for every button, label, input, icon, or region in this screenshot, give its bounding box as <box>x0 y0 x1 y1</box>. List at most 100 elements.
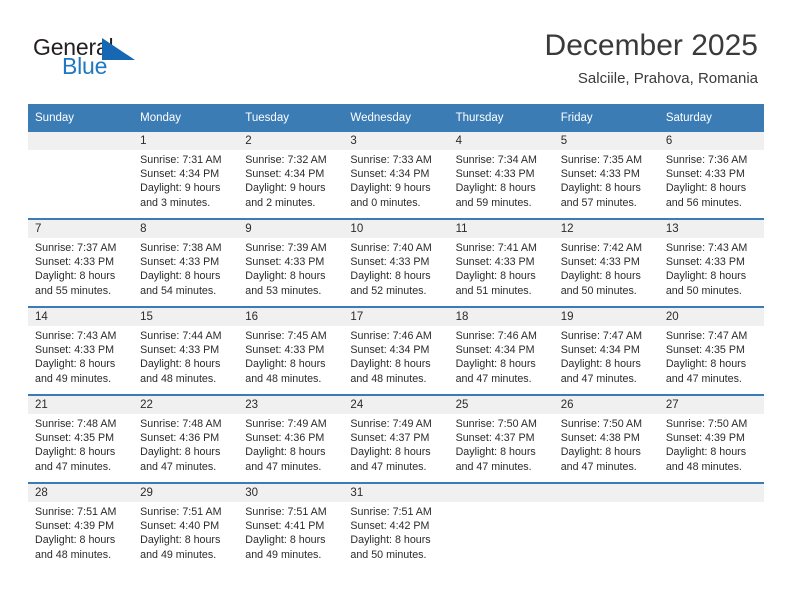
weekday-header-sunday: Sunday <box>28 104 134 132</box>
daylight-text-line2: and 51 minutes. <box>455 284 532 297</box>
day-number: 21 <box>28 396 134 414</box>
day-cell-empty <box>658 482 764 570</box>
daylight-text-line1: Daylight: 8 hours <box>455 270 536 283</box>
daylight-text-line1: Daylight: 8 hours <box>665 446 747 459</box>
daylight-text-line1: Daylight: 8 hours <box>560 446 641 459</box>
day-number <box>28 132 134 150</box>
day-number: 4 <box>448 132 554 150</box>
day-number: 17 <box>343 308 449 326</box>
daylight-text-line2: and 49 minutes. <box>140 548 217 561</box>
sunset-text: Sunset: 4:33 PM <box>350 256 430 269</box>
daylight-text-line1: Daylight: 8 hours <box>35 270 116 283</box>
day-cell-9[interactable]: 9 Sunrise: 7:39 AM Sunset: 4:33 PM Daylight… <box>238 218 344 307</box>
daylight-text-line1: Daylight: 8 hours <box>350 534 431 547</box>
daylight-text-line2: and 47 minutes. <box>35 460 112 473</box>
day-number: 5 <box>553 132 659 150</box>
day-cell-1[interactable]: 1 Sunrise: 7:31 AM Sunset: 4:34 PM Daylight… <box>133 132 239 219</box>
day-cell-16[interactable]: 16 Sunrise: 7:45 AM Sunset: 4:33 PM Dayligh… <box>238 306 344 395</box>
daylight-text-line2: and 52 minutes. <box>350 284 427 297</box>
day-number: 14 <box>28 308 134 326</box>
day-cell-23[interactable]: 23 Sunrise: 7:49 AM Sunset: 4:36 PM Dayligh… <box>238 394 344 483</box>
daylight-text-line1: Daylight: 8 hours <box>140 534 221 547</box>
title-block: December 2025 Salciile, Prahova, Romania <box>258 28 758 90</box>
day-number: 9 <box>238 220 344 238</box>
daylight-text-line2: and 0 minutes. <box>350 196 421 209</box>
daylight-text-line1: Daylight: 8 hours <box>350 446 431 459</box>
day-cell-27[interactable]: 27 Sunrise: 7:50 AM Sunset: 4:39 PM Dayligh… <box>658 394 764 483</box>
day-details: Sunrise: 7:51 AM Sunset: 4:40 PM Daylight:… <box>133 502 238 562</box>
day-cell-22[interactable]: 22 Sunrise: 7:48 AM Sunset: 4:36 PM Dayligh… <box>133 394 239 483</box>
calendar-body: 1 Sunrise: 7:31 AM Sunset: 4:34 PM Daylight… <box>28 132 764 570</box>
day-cell-26[interactable]: 26 Sunrise: 7:50 AM Sunset: 4:38 PM Dayligh… <box>553 394 659 483</box>
day-number <box>448 484 554 502</box>
day-cell-12[interactable]: 12 Sunrise: 7:42 AM Sunset: 4:33 PM Dayligh… <box>553 218 659 307</box>
sunrise-text: Sunrise: 7:44 AM <box>140 330 222 342</box>
day-cell-19[interactable]: 19 Sunrise: 7:47 AM Sunset: 4:34 PM Dayligh… <box>553 306 659 395</box>
sunset-text: Sunset: 4:39 PM <box>35 520 115 533</box>
day-cell-empty <box>28 132 134 219</box>
daylight-text-line2: and 55 minutes. <box>35 284 112 297</box>
calendar-grid: Sunday Monday Tuesday Wednesday Thursday Frid… <box>28 104 764 570</box>
day-cell-25[interactable]: 25 Sunrise: 7:50 AM Sunset: 4:37 PM Dayligh… <box>448 394 554 483</box>
day-cell-31[interactable]: 31 Sunrise: 7:51 AM Sunset: 4:42 PM Dayligh… <box>343 482 449 570</box>
day-number: 25 <box>448 396 554 414</box>
daylight-text-line1: Daylight: 8 hours <box>560 182 641 195</box>
day-cell-10[interactable]: 10 Sunrise: 7:40 AM Sunset: 4:33 PM Dayligh… <box>343 218 449 307</box>
day-details: Sunrise: 7:51 AM Sunset: 4:39 PM Daylight:… <box>28 502 133 562</box>
day-cell-6[interactable]: 6 Sunrise: 7:36 AM Sunset: 4:33 PM Daylight… <box>658 132 764 219</box>
daylight-text-line1: Daylight: 8 hours <box>245 358 326 371</box>
day-cell-7[interactable]: 7 Sunrise: 7:37 AM Sunset: 4:33 PM Daylight… <box>28 218 134 307</box>
day-details: Sunrise: 7:38 AM Sunset: 4:33 PM Daylight:… <box>133 238 238 298</box>
daylight-text-line2: and 50 minutes. <box>665 284 742 297</box>
sunset-text: Sunset: 4:33 PM <box>665 256 745 269</box>
sunrise-text: Sunrise: 7:43 AM <box>665 242 748 254</box>
daylight-text-line2: and 49 minutes. <box>245 548 322 561</box>
day-cell-15[interactable]: 15 Sunrise: 7:44 AM Sunset: 4:33 PM Dayligh… <box>133 306 239 395</box>
daylight-text-line1: Daylight: 8 hours <box>140 358 221 371</box>
sunrise-text: Sunrise: 7:31 AM <box>140 154 222 166</box>
day-details: Sunrise: 7:39 AM Sunset: 4:33 PM Daylight:… <box>238 238 343 298</box>
day-number: 11 <box>448 220 554 238</box>
daylight-text-line2: and 56 minutes. <box>665 196 742 209</box>
day-cell-17[interactable]: 17 Sunrise: 7:46 AM Sunset: 4:34 PM Dayligh… <box>343 306 449 395</box>
day-cell-24[interactable]: 24 Sunrise: 7:49 AM Sunset: 4:37 PM Dayligh… <box>343 394 449 483</box>
daylight-text-line2: and 54 minutes. <box>140 284 217 297</box>
day-details: Sunrise: 7:40 AM Sunset: 4:33 PM Daylight:… <box>343 238 448 298</box>
daylight-text-line2: and 3 minutes. <box>140 196 211 209</box>
day-cell-28[interactable]: 28 Sunrise: 7:51 AM Sunset: 4:39 PM Dayligh… <box>28 482 134 570</box>
general-blue-logo[interactable]: General Blue <box>33 34 253 84</box>
daylight-text-line1: Daylight: 8 hours <box>665 358 747 371</box>
day-cell-3[interactable]: 3 Sunrise: 7:33 AM Sunset: 4:34 PM Daylight… <box>343 132 449 219</box>
day-details: Sunrise: 7:48 AM Sunset: 4:36 PM Daylight:… <box>133 414 238 474</box>
day-cell-14[interactable]: 14 Sunrise: 7:43 AM Sunset: 4:33 PM Dayligh… <box>28 306 134 395</box>
daylight-text-line1: Daylight: 8 hours <box>245 534 326 547</box>
day-cell-18[interactable]: 18 Sunrise: 7:46 AM Sunset: 4:34 PM Dayligh… <box>448 306 554 395</box>
day-number <box>658 484 764 502</box>
sunset-text: Sunset: 4:33 PM <box>455 256 535 269</box>
day-cell-5[interactable]: 5 Sunrise: 7:35 AM Sunset: 4:33 PM Daylight… <box>553 132 659 219</box>
day-number: 7 <box>28 220 134 238</box>
day-cell-8[interactable]: 8 Sunrise: 7:38 AM Sunset: 4:33 PM Daylight… <box>133 218 239 307</box>
day-details: Sunrise: 7:34 AM Sunset: 4:33 PM Daylight:… <box>449 150 554 210</box>
day-number: 30 <box>238 484 344 502</box>
sunset-text: Sunset: 4:38 PM <box>560 432 640 445</box>
day-cell-13[interactable]: 13 Sunrise: 7:43 AM Sunset: 4:33 PM Dayligh… <box>658 218 764 307</box>
day-cell-4[interactable]: 4 Sunrise: 7:34 AM Sunset: 4:33 PM Daylight… <box>448 132 554 219</box>
day-cell-21[interactable]: 21 Sunrise: 7:48 AM Sunset: 4:35 PM Dayligh… <box>28 394 134 483</box>
day-details: Sunrise: 7:50 AM Sunset: 4:39 PM Daylight:… <box>659 414 764 474</box>
daylight-text-line1: Daylight: 9 hours <box>140 182 221 195</box>
day-cell-2[interactable]: 2 Sunrise: 7:32 AM Sunset: 4:34 PM Daylight… <box>238 132 344 219</box>
day-number: 16 <box>238 308 344 326</box>
daylight-text-line1: Daylight: 8 hours <box>665 182 747 195</box>
day-cell-30[interactable]: 30 Sunrise: 7:51 AM Sunset: 4:41 PM Dayligh… <box>238 482 344 570</box>
day-details: Sunrise: 7:45 AM Sunset: 4:33 PM Daylight:… <box>238 326 343 386</box>
day-cell-20[interactable]: 20 Sunrise: 7:47 AM Sunset: 4:35 PM Dayligh… <box>658 306 764 395</box>
day-details: Sunrise: 7:42 AM Sunset: 4:33 PM Daylight:… <box>554 238 659 298</box>
calendar-week-row: 14 Sunrise: 7:43 AM Sunset: 4:33 PM Dayligh… <box>28 306 764 395</box>
day-cell-11[interactable]: 11 Sunrise: 7:41 AM Sunset: 4:33 PM Dayligh… <box>448 218 554 307</box>
weekday-header-wednesday: Wednesday <box>343 104 449 132</box>
day-number: 24 <box>343 396 449 414</box>
sunset-text: Sunset: 4:33 PM <box>560 256 640 269</box>
sunrise-text: Sunrise: 7:41 AM <box>455 242 537 254</box>
day-cell-29[interactable]: 29 Sunrise: 7:51 AM Sunset: 4:40 PM Dayligh… <box>133 482 239 570</box>
